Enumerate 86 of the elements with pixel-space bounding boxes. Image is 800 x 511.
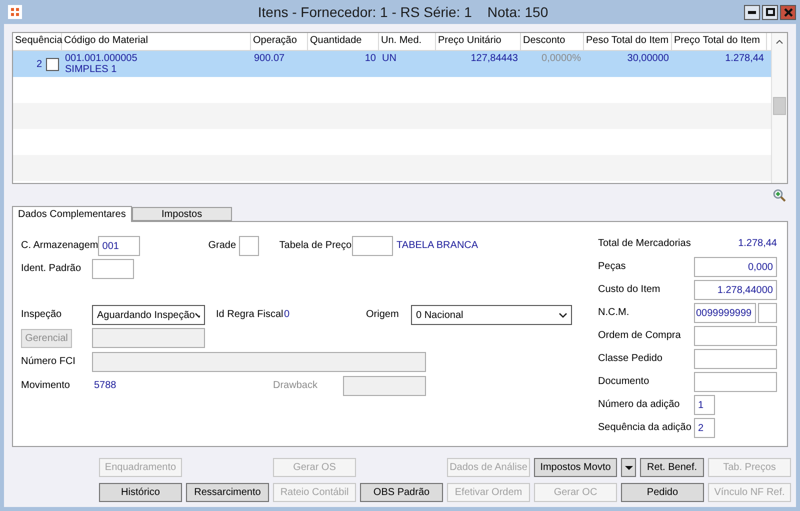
field-value: 5788 <box>94 379 118 393</box>
column-header[interactable]: Sequência <box>13 33 62 50</box>
column-header[interactable]: Peso Total do Item <box>584 33 672 50</box>
chevron-down-icon <box>194 312 200 318</box>
field-label: Movimento <box>21 379 71 393</box>
field-label: Número FCI <box>21 355 76 369</box>
field-label: Número da adição <box>598 398 681 412</box>
column-header[interactable]: Quantidade <box>308 33 379 50</box>
field-label: Classe Pedido <box>598 352 664 366</box>
window-title: Itens - Fornecedor: 1 - RS Série: 1 Nota: 150 <box>256 4 550 20</box>
maximize-button[interactable] <box>762 4 778 20</box>
table-cell: 10 <box>364 53 376 64</box>
field-label: Ordem de Compra <box>598 329 682 343</box>
field-value: 1.278,44 <box>737 237 777 251</box>
close-icon <box>784 8 792 16</box>
table-cell: 2 <box>36 58 42 70</box>
input-field[interactable] <box>694 349 777 369</box>
field-label: C. Armazenagem <box>21 239 98 253</box>
action-button[interactable]: Pedido <box>621 483 704 502</box>
input-field[interactable] <box>694 372 777 392</box>
column-header[interactable]: Código do Material <box>62 33 251 50</box>
input-field[interactable] <box>92 259 134 279</box>
price-table-name: TABELA BRANCA <box>396 239 478 253</box>
action-button[interactable]: Ressarcimento <box>186 483 269 502</box>
input-field[interactable] <box>758 303 777 323</box>
input-field[interactable] <box>92 352 426 372</box>
zoom-icon[interactable] <box>773 188 786 202</box>
app-icon <box>8 5 22 19</box>
field-label: Sequência da adição <box>598 421 692 435</box>
action-button[interactable]: Ret. Benef. <box>640 458 704 477</box>
table-cell: 30,00000 <box>627 53 669 64</box>
action-button[interactable]: Impostos Movto <box>534 458 617 477</box>
column-header[interactable]: Operação <box>251 33 308 50</box>
inspection-dropdown[interactable]: Aguardando Inspeção <box>92 305 205 325</box>
field-label: Tabela de Preço <box>279 239 352 253</box>
origin-dropdown[interactable]: 0 Nacional <box>411 305 572 325</box>
field-label: Origem <box>366 308 400 322</box>
minimize-button[interactable] <box>744 4 760 20</box>
input-field[interactable] <box>239 236 260 256</box>
column-header[interactable]: Preço Total do Item <box>672 33 767 50</box>
action-button[interactable]: OBS Padrão <box>360 483 443 502</box>
field-label: Total de Mercadorias <box>598 237 692 251</box>
table-cell: 1.278,44 <box>725 53 764 64</box>
action-button[interactable]: Histórico <box>99 483 182 502</box>
dropdown-button[interactable] <box>621 458 636 477</box>
input-field[interactable]: 2 <box>694 418 715 438</box>
field-label: Peças <box>598 260 627 274</box>
table-cell: 0,0000% <box>542 53 581 64</box>
field-label: Custo do Item <box>598 283 662 297</box>
input-field[interactable]: 001 <box>98 236 140 256</box>
input-field[interactable] <box>343 376 426 396</box>
tab[interactable]: Dados Complementares <box>12 206 132 222</box>
field-label: Grade <box>208 239 238 253</box>
table-cell: SIMPLES 1 <box>65 64 117 75</box>
caret-icon <box>624 466 632 470</box>
input-field[interactable]: 0099999999 <box>694 303 756 323</box>
field-value: 0 <box>284 308 290 322</box>
maximize-icon <box>766 8 774 16</box>
close-button[interactable] <box>780 4 796 20</box>
tab[interactable]: Impostos <box>132 207 232 221</box>
table-row[interactable]: 2 001.001.000005 SIMPLES 1 900.07 10 UN 127,84443 0,0000% 30,00000 1.278,44 <box>13 51 771 77</box>
table-cell: 127,84443 <box>470 53 518 64</box>
column-header[interactable]: Preço Unitário <box>436 33 521 50</box>
column-header[interactable]: Un. Med. <box>379 33 436 50</box>
input-field[interactable] <box>694 326 777 346</box>
table-cell: 001.001.000005 <box>65 53 138 64</box>
table-cell: UN <box>382 53 396 64</box>
input-field[interactable]: 1 <box>694 395 715 415</box>
field-label: N.C.M. <box>598 306 630 320</box>
row-checkbox[interactable] <box>46 58 59 70</box>
field-label: Documento <box>598 375 650 389</box>
minimize-icon <box>748 10 756 14</box>
table-cell: 900.07 <box>254 53 285 64</box>
scrollbar[interactable] <box>771 33 787 183</box>
input-field[interactable] <box>352 236 393 256</box>
field-label: Inspeção <box>21 308 63 322</box>
input-field[interactable]: 0,000 <box>694 257 777 277</box>
input-field[interactable] <box>92 328 205 348</box>
field-label: Drawback <box>273 379 318 393</box>
scroll-up-icon[interactable] <box>776 40 783 44</box>
scroll-thumb[interactable] <box>773 97 786 115</box>
chevron-down-icon <box>559 312 567 318</box>
input-field[interactable]: 1.278,44000 <box>694 280 777 300</box>
column-header[interactable]: Desconto <box>521 33 584 50</box>
field-label: Ident. Padrão <box>21 262 82 276</box>
field-label: Id Regra Fiscal <box>216 308 284 322</box>
